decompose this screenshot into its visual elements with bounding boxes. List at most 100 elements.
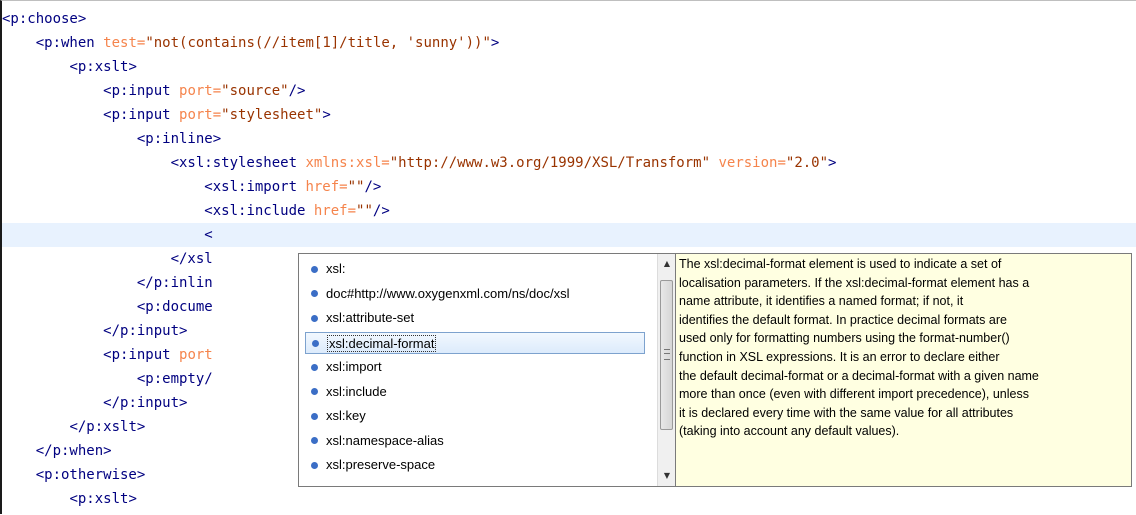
current-code-line[interactable]: < bbox=[2, 223, 1136, 247]
scroll-down-arrow-icon[interactable]: ▼ bbox=[659, 468, 675, 484]
xml-tag-token: </p:input> bbox=[103, 323, 188, 339]
documentation-line: function in XSL expressions. It is an er… bbox=[679, 349, 1000, 364]
documentation-line: localisation parameters. If the xsl:deci… bbox=[679, 275, 1030, 290]
element-bullet-icon bbox=[311, 290, 318, 298]
scroll-up-arrow-icon[interactable]: ▲ bbox=[659, 256, 675, 272]
xml-tag-token: <p:choose> bbox=[2, 11, 87, 27]
xml-attribute-token: test= bbox=[103, 35, 146, 51]
element-bullet-icon bbox=[311, 314, 318, 322]
xml-tag-token: /> bbox=[372, 203, 390, 219]
completion-item[interactable]: xsl:preserve-space bbox=[305, 454, 645, 476]
element-bullet-icon bbox=[311, 437, 318, 445]
code-line[interactable]: <p:inline> bbox=[2, 127, 1136, 151]
xml-tag-token: > bbox=[828, 155, 837, 171]
xml-attribute-token: port bbox=[179, 347, 213, 363]
xml-attribute-token: port= bbox=[179, 107, 222, 123]
xml-value-token: "stylesheet" bbox=[221, 107, 323, 123]
xml-tag-token: <xsl:import bbox=[204, 179, 306, 195]
xml-tag-token: <p:docume bbox=[136, 299, 213, 315]
xml-tag-token: <p:inline> bbox=[136, 131, 222, 147]
code-line[interactable]: <p:xslt> bbox=[2, 55, 1136, 79]
code-line[interactable]: <p:input port="stylesheet"> bbox=[2, 103, 1136, 127]
documentation-line: it is declared every time with the same … bbox=[679, 405, 1014, 420]
documentation-line: more than once (even with different impo… bbox=[679, 387, 1029, 402]
completion-item-label: xsl:preserve-space bbox=[326, 457, 436, 472]
code-line[interactable]: <p:when test="not(contains(//item[1]/tit… bbox=[2, 31, 1136, 55]
completion-item[interactable]: xsl:import bbox=[305, 356, 645, 378]
xml-tag-token: </p:when> bbox=[35, 443, 112, 459]
documentation-line: name attribute, it identifies a named fo… bbox=[679, 294, 964, 309]
element-bullet-icon bbox=[311, 412, 318, 420]
xml-tag-token: <p:input bbox=[103, 83, 180, 99]
completion-item[interactable]: xsl: bbox=[305, 258, 645, 280]
xml-tag-token: /> bbox=[288, 83, 306, 99]
completion-item[interactable]: xsl:decimal-format bbox=[305, 331, 645, 354]
completion-item-label: xsl:namespace-alias bbox=[326, 432, 444, 448]
completion-item-label: xsl:decimal-format bbox=[327, 334, 437, 352]
completion-item-label: doc#http://www.oxygenxml.com/ns/doc/xsl bbox=[326, 285, 570, 301]
xml-attribute-token: xmlns:xsl= bbox=[305, 155, 390, 171]
element-bullet-icon bbox=[311, 461, 318, 469]
xml-tag-token: <xsl:stylesheet bbox=[170, 155, 306, 171]
content-completion-popup[interactable]: xsl: doc#http://www.oxygenxml.com/ns/doc/… bbox=[298, 253, 676, 487]
documentation-line: (taking into account any default values)… bbox=[679, 424, 900, 439]
completion-item[interactable]: xsl:include bbox=[305, 381, 645, 403]
xml-tag-token: <p:when bbox=[35, 35, 104, 51]
documentation-tooltip: The xsl:decimal-format element is used t… bbox=[675, 253, 1132, 487]
documentation-line: identifies the default format. In practi… bbox=[679, 312, 1007, 327]
xml-value-token: "http://www.w3.org/1999/XSL/Transform" bbox=[389, 155, 711, 171]
scrollbar-thumb[interactable] bbox=[660, 280, 673, 430]
completion-item[interactable]: xsl:attribute-set bbox=[305, 307, 645, 329]
code-line[interactable]: <xsl:include href=""/> bbox=[2, 199, 1136, 223]
code-line[interactable]: <p:choose> bbox=[2, 7, 1136, 31]
xml-tag-token: <p:empty/ bbox=[136, 371, 213, 387]
xml-tag-token: > bbox=[490, 35, 500, 51]
xml-tag-token: < bbox=[204, 227, 213, 243]
completion-item[interactable]: doc#http://www.oxygenxml.com/ns/doc/xsl bbox=[305, 283, 645, 305]
completion-item[interactable]: xsl:key bbox=[305, 405, 645, 427]
code-line[interactable]: <p:input port="source"/> bbox=[2, 79, 1136, 103]
completion-item-label: xsl: bbox=[326, 261, 346, 276]
xml-attribute-token: port= bbox=[179, 83, 222, 99]
xml-tag-token: <p:otherwise> bbox=[35, 467, 146, 483]
code-line[interactable]: <xsl:import href=""/> bbox=[2, 175, 1136, 199]
element-bullet-icon bbox=[311, 388, 318, 396]
grip-icon bbox=[664, 349, 670, 360]
xml-attribute-token: href= bbox=[305, 179, 348, 195]
completion-item[interactable]: xsl:namespace-alias bbox=[305, 430, 645, 452]
xml-value-token: "not(contains(//item[1]/title, 'sunny'))… bbox=[145, 35, 491, 51]
completion-item-label: xsl:key bbox=[326, 408, 366, 423]
xml-attribute-token: href= bbox=[313, 203, 357, 219]
xml-tag-token: </p:inlin bbox=[136, 275, 213, 291]
xml-tag-token: > bbox=[322, 107, 331, 123]
element-bullet-icon bbox=[311, 363, 318, 371]
xml-value-token: "source" bbox=[221, 83, 289, 99]
code-line[interactable]: <xsl:stylesheet xmlns:xsl="http://www.w3… bbox=[2, 151, 1136, 175]
completion-item-label: xsl:attribute-set bbox=[326, 310, 415, 325]
completion-item-label: xsl:import bbox=[326, 359, 382, 374]
xml-value-token: "2.0" bbox=[785, 155, 829, 171]
xml-tag-token: <p:input bbox=[103, 107, 180, 123]
code-line[interactable]: <p:xslt> bbox=[2, 487, 1136, 511]
completion-scrollbar[interactable]: ▲ ▼ bbox=[657, 254, 675, 486]
element-bullet-icon bbox=[311, 265, 318, 273]
completion-list[interactable]: xsl: doc#http://www.oxygenxml.com/ns/doc/… bbox=[299, 254, 649, 486]
